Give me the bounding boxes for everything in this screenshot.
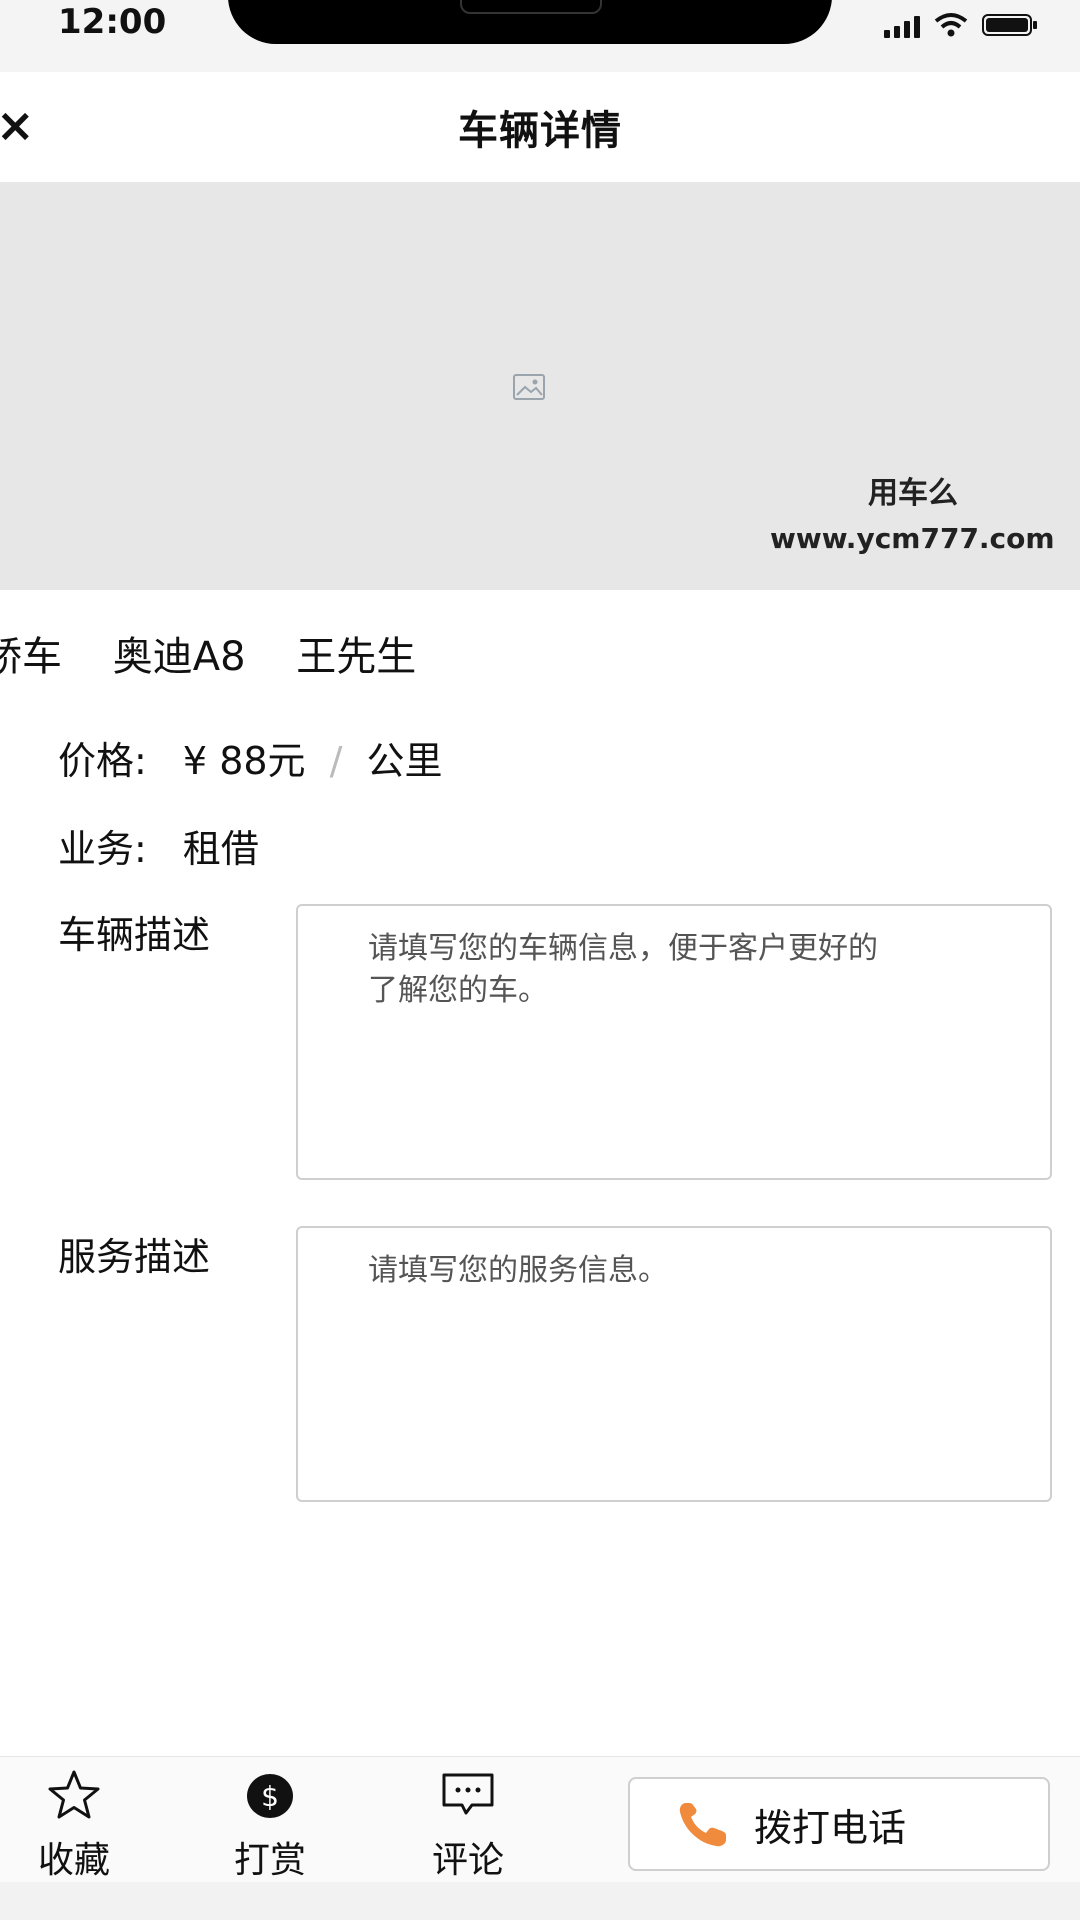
tip-button[interactable]: $ 打赏 bbox=[210, 1769, 330, 1883]
tip-label: 打赏 bbox=[233, 1840, 306, 1881]
battery-icon bbox=[982, 14, 1037, 36]
notch bbox=[228, 0, 832, 44]
image-placeholder-icon bbox=[513, 374, 545, 400]
watermark-url: www.ycm777.com bbox=[770, 522, 1055, 555]
comment-button[interactable]: 评论 bbox=[408, 1769, 528, 1883]
favorite-button[interactable]: 收藏 bbox=[14, 1769, 134, 1883]
comment-label: 评论 bbox=[431, 1840, 504, 1881]
business-value: 租借 bbox=[182, 827, 259, 871]
service-desc-placeholder: 请填写您的服务信息。 bbox=[368, 1253, 668, 1288]
business-label: 业务: bbox=[58, 827, 147, 871]
nav-bar: × 车辆详情 bbox=[0, 72, 1080, 182]
home-indicator-area bbox=[0, 1882, 1080, 1920]
price-currency: ¥ bbox=[182, 739, 208, 783]
page-title: 车辆详情 bbox=[458, 108, 622, 154]
service-desc-field[interactable]: 请填写您的服务信息。 bbox=[296, 1226, 1052, 1502]
status-bar: 12:00 bbox=[0, 0, 1080, 72]
car-model: 奥迪A8 bbox=[112, 634, 246, 680]
dollar-icon: $ bbox=[247, 1774, 293, 1818]
favorite-label: 收藏 bbox=[37, 1840, 110, 1881]
call-button[interactable]: 拨打电话 bbox=[628, 1777, 1050, 1871]
speaker-pill bbox=[460, 0, 602, 14]
bottom-action-bar: 收藏 $ 打赏 评论 拨打电话 bbox=[0, 1756, 1080, 1883]
car-title: 轿车 奥迪A8 王先生 bbox=[0, 624, 416, 682]
business-row: 业务: 租借 bbox=[58, 818, 259, 873]
wifi-icon bbox=[934, 13, 968, 37]
screen: 12:00 × 车辆详情 用车么 www.ycm777.com 轿车 奥迪A8 … bbox=[0, 0, 1080, 1920]
camera-icon bbox=[860, 0, 896, 4]
car-owner: 王先生 bbox=[296, 634, 417, 680]
phone-icon bbox=[679, 1803, 726, 1847]
price-row: 价格: ¥ 88元 / 公里 bbox=[58, 730, 443, 785]
status-icons bbox=[884, 12, 1038, 38]
price-separator: / bbox=[329, 739, 343, 783]
price-label: 价格: bbox=[58, 739, 147, 783]
vehicle-desc-label: 车辆描述 bbox=[58, 913, 211, 957]
watermark-text: 用车么 bbox=[868, 476, 958, 511]
status-time: 12:00 bbox=[58, 2, 167, 42]
car-type: 轿车 bbox=[0, 634, 62, 680]
service-desc-label: 服务描述 bbox=[58, 1235, 211, 1279]
svg-text:$: $ bbox=[261, 1780, 279, 1813]
comment-icon bbox=[442, 1773, 494, 1815]
vehicle-image[interactable]: 用车么 www.ycm777.com bbox=[0, 182, 1080, 590]
vehicle-desc-placeholder: 请填写您的车辆信息，便于客户更好的了解您的车。 bbox=[368, 931, 878, 1008]
star-icon bbox=[48, 1770, 100, 1819]
call-label: 拨打电话 bbox=[754, 1806, 907, 1850]
signal-icon bbox=[884, 12, 920, 38]
price-amount: 88元 bbox=[219, 739, 306, 783]
vehicle-desc-field[interactable]: 请填写您的车辆信息，便于客户更好的了解您的车。 bbox=[296, 904, 1052, 1180]
price-unit: 公里 bbox=[366, 739, 443, 783]
